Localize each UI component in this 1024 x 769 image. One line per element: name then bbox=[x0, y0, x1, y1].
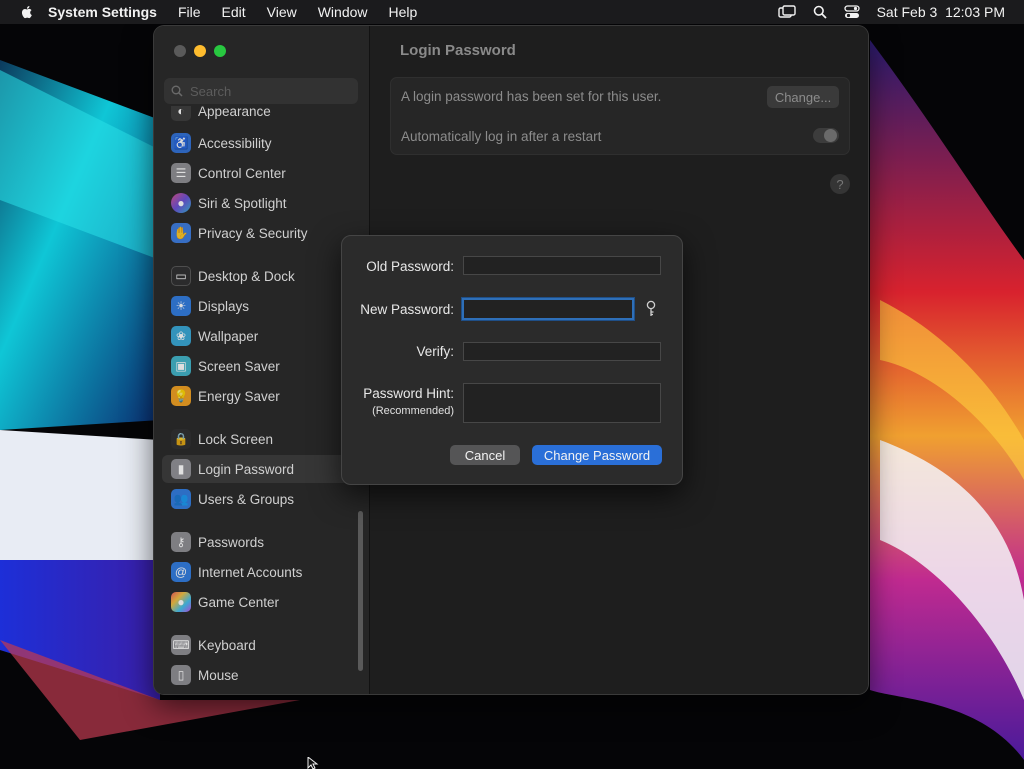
at-icon: @ bbox=[171, 562, 191, 582]
sidebar-item-label: Lock Screen bbox=[198, 431, 274, 447]
password-hint-label: Password Hint: bbox=[363, 386, 454, 401]
zoom-window-button[interactable] bbox=[214, 45, 226, 57]
confirm-change-password-button[interactable]: Change Password bbox=[532, 445, 662, 465]
dock-icon: ▭ bbox=[171, 266, 191, 286]
sidebar-item-label: Screen Saver bbox=[198, 358, 280, 374]
displays-icon: ☀ bbox=[171, 296, 191, 316]
login-password-icon: ▮ bbox=[171, 459, 191, 479]
sidebar-item-label: Keyboard bbox=[198, 637, 256, 653]
minimize-window-button[interactable] bbox=[194, 45, 206, 57]
sidebar-item-label: Passwords bbox=[198, 534, 265, 550]
sidebar-item-label: Desktop & Dock bbox=[198, 268, 295, 284]
sidebar-item-lock-screen[interactable]: 🔒 Lock Screen bbox=[162, 425, 352, 453]
auto-login-label: Automatically log in after a restart bbox=[401, 129, 602, 144]
new-password-label: New Password: bbox=[360, 302, 454, 317]
control-center-icon[interactable] bbox=[843, 5, 860, 19]
menu-window[interactable]: Window bbox=[318, 4, 368, 20]
menu-bar: System Settings File Edit View Window He… bbox=[0, 0, 1024, 24]
keyboard-icon: ⌨ bbox=[171, 635, 191, 655]
sidebar-item-label: Login Password bbox=[198, 461, 295, 477]
menu-app-name[interactable]: System Settings bbox=[48, 4, 157, 20]
sidebar-item-users-groups[interactable]: 👥 Users & Groups bbox=[162, 485, 352, 513]
sidebar-item-wallpaper[interactable]: ❀ Wallpaper bbox=[162, 322, 352, 350]
page-title: Login Password bbox=[400, 42, 516, 59]
appearance-icon: ◐ bbox=[171, 106, 191, 121]
menu-help[interactable]: Help bbox=[389, 4, 418, 20]
old-password-field[interactable] bbox=[463, 256, 661, 275]
sidebar-item-displays[interactable]: ☀ Displays bbox=[162, 292, 352, 320]
sidebar-item-label: Siri & Spotlight bbox=[198, 195, 287, 211]
menu-file[interactable]: File bbox=[178, 4, 201, 20]
password-set-text: A login password has been set for this u… bbox=[401, 89, 662, 104]
screen-mirroring-icon[interactable] bbox=[777, 5, 796, 19]
password-hint-sublabel: (Recommended) bbox=[372, 405, 454, 417]
sidebar-item-desktop-dock[interactable]: ▭ Desktop & Dock bbox=[162, 262, 352, 290]
search-placeholder: Search bbox=[190, 83, 232, 99]
sidebar-item-game-center[interactable]: ● Game Center bbox=[162, 588, 352, 616]
sidebar-scrollbar[interactable] bbox=[358, 511, 363, 671]
search-icon bbox=[171, 85, 183, 97]
sidebar-item-label: Internet Accounts bbox=[198, 564, 303, 580]
sidebar-item-label: Control Center bbox=[198, 165, 286, 181]
sidebar-item-screen-saver[interactable]: ▣ Screen Saver bbox=[162, 352, 352, 380]
change-password-dialog: Old Password: New Password: Verify: Pass… bbox=[341, 235, 683, 485]
lock-icon: 🔒 bbox=[171, 429, 191, 449]
game-center-icon: ● bbox=[171, 592, 191, 612]
change-password-button[interactable]: Change... bbox=[767, 86, 839, 108]
sidebar-item-passwords[interactable]: ⚷ Passwords bbox=[162, 528, 352, 556]
verify-label: Verify: bbox=[416, 344, 454, 359]
sidebar-item-privacy-security[interactable]: ✋ Privacy & Security bbox=[162, 219, 352, 247]
screen-saver-icon: ▣ bbox=[171, 356, 191, 376]
new-password-field[interactable] bbox=[462, 298, 634, 320]
toggle-knob bbox=[824, 129, 837, 142]
mouse-pointer-icon bbox=[307, 757, 319, 769]
sidebar-search-field[interactable]: Search bbox=[164, 78, 358, 104]
menu-datetime[interactable]: Sat Feb 3 12:03 PM bbox=[877, 4, 1005, 20]
sidebar-item-label: Displays bbox=[198, 298, 250, 314]
menu-edit[interactable]: Edit bbox=[222, 4, 246, 20]
help-button[interactable]: ? bbox=[830, 174, 850, 194]
sidebar-item-label: Accessibility bbox=[198, 135, 272, 151]
sidebar-item-internet-accounts[interactable]: @ Internet Accounts bbox=[162, 558, 352, 586]
users-icon: 👥 bbox=[171, 489, 191, 509]
sidebar-item-label: Game Center bbox=[198, 594, 280, 610]
key-icon: ⚷ bbox=[171, 532, 191, 552]
sidebar-item-label: Appearance bbox=[198, 106, 271, 119]
sidebar-item-keyboard[interactable]: ⌨ Keyboard bbox=[162, 631, 352, 659]
sidebar: Search ◐ Appearance ♿ Accessibility ☰ Co… bbox=[154, 26, 370, 694]
sidebar-item-siri-spotlight[interactable]: ● Siri & Spotlight bbox=[162, 189, 352, 217]
password-hint-field[interactable] bbox=[463, 383, 661, 423]
energy-saver-icon: 💡 bbox=[171, 386, 191, 406]
sidebar-item-mouse[interactable]: ▯ Mouse bbox=[162, 661, 352, 689]
apple-icon[interactable] bbox=[19, 4, 35, 20]
sidebar-nav-list: ◐ Appearance ♿ Accessibility ☰ Control C… bbox=[162, 106, 362, 694]
hand-icon: ✋ bbox=[171, 223, 191, 243]
sidebar-item-energy-saver[interactable]: 💡 Energy Saver bbox=[162, 382, 352, 410]
sidebar-item-label: Wallpaper bbox=[198, 328, 259, 344]
password-assistant-key-icon[interactable] bbox=[644, 300, 658, 318]
control-center-icon: ☰ bbox=[171, 163, 191, 183]
sidebar-item-login-password[interactable]: ▮ Login Password bbox=[162, 455, 352, 483]
sidebar-item-control-center[interactable]: ☰ Control Center bbox=[162, 159, 352, 187]
sidebar-item-appearance[interactable]: ◐ Appearance bbox=[162, 106, 352, 125]
verify-password-field[interactable] bbox=[463, 342, 661, 361]
sidebar-item-label: Privacy & Security bbox=[198, 225, 308, 241]
sidebar-item-accessibility[interactable]: ♿ Accessibility bbox=[162, 129, 352, 157]
sidebar-item-label: Users & Groups bbox=[198, 491, 295, 507]
login-password-settings-group: A login password has been set for this u… bbox=[390, 77, 850, 155]
menu-view[interactable]: View bbox=[267, 4, 297, 20]
sidebar-item-label: Energy Saver bbox=[198, 388, 280, 404]
old-password-label: Old Password: bbox=[366, 259, 454, 274]
siri-icon: ● bbox=[171, 193, 191, 213]
wallpaper-icon: ❀ bbox=[171, 326, 191, 346]
close-window-button[interactable] bbox=[174, 45, 186, 57]
sidebar-item-label: Mouse bbox=[198, 667, 239, 683]
auto-login-toggle[interactable] bbox=[813, 128, 839, 143]
search-icon[interactable] bbox=[813, 5, 827, 19]
cancel-button[interactable]: Cancel bbox=[450, 445, 520, 465]
accessibility-icon: ♿ bbox=[171, 133, 191, 153]
mouse-icon: ▯ bbox=[171, 665, 191, 685]
